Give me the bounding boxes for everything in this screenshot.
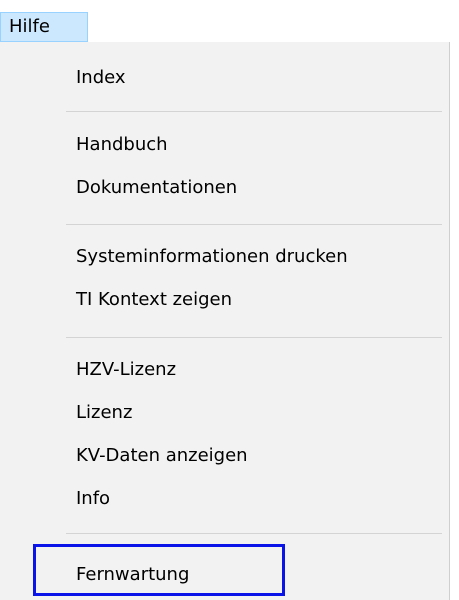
menu-item-label: Systeminformationen drucken (76, 246, 348, 267)
menu-item-lizenz[interactable]: Lizenz (0, 397, 449, 429)
menu-separator (66, 224, 442, 225)
menu-separator (66, 337, 442, 338)
menu-item-label: Index (76, 67, 126, 88)
menu-item-index[interactable]: Index (0, 62, 449, 94)
menu-item-ti-kontext-zeigen[interactable]: TI Kontext zeigen (0, 284, 449, 316)
menu-bar: Hilfe (0, 0, 459, 42)
menu-item-hzv-lizenz[interactable]: HZV-Lizenz (0, 354, 449, 386)
menu-separator (66, 533, 442, 534)
menu-item-label: HZV-Lizenz (76, 359, 177, 380)
hilfe-dropdown-menu: Index Handbuch Dokumentationen Systeminf… (0, 42, 450, 600)
menu-item-label: Info (76, 488, 111, 509)
menu-item-info[interactable]: Info (0, 483, 449, 515)
menu-hilfe[interactable]: Hilfe (0, 12, 88, 42)
menu-item-label: KV-Daten anzeigen (76, 445, 248, 466)
menu-item-systeminformationen-drucken[interactable]: Systeminformationen drucken (0, 241, 449, 273)
menu-item-label: Lizenz (76, 402, 133, 423)
menu-item-label: Handbuch (76, 134, 168, 155)
menu-item-kv-daten-anzeigen[interactable]: KV-Daten anzeigen (0, 440, 449, 472)
fernwartung-highlight-box (33, 544, 285, 596)
menu-item-dokumentationen[interactable]: Dokumentationen (0, 172, 449, 204)
menu-separator (66, 111, 442, 112)
menu-item-handbuch[interactable]: Handbuch (0, 129, 449, 161)
menu-item-label: TI Kontext zeigen (76, 289, 233, 310)
menu-item-label: Dokumentationen (76, 177, 238, 198)
